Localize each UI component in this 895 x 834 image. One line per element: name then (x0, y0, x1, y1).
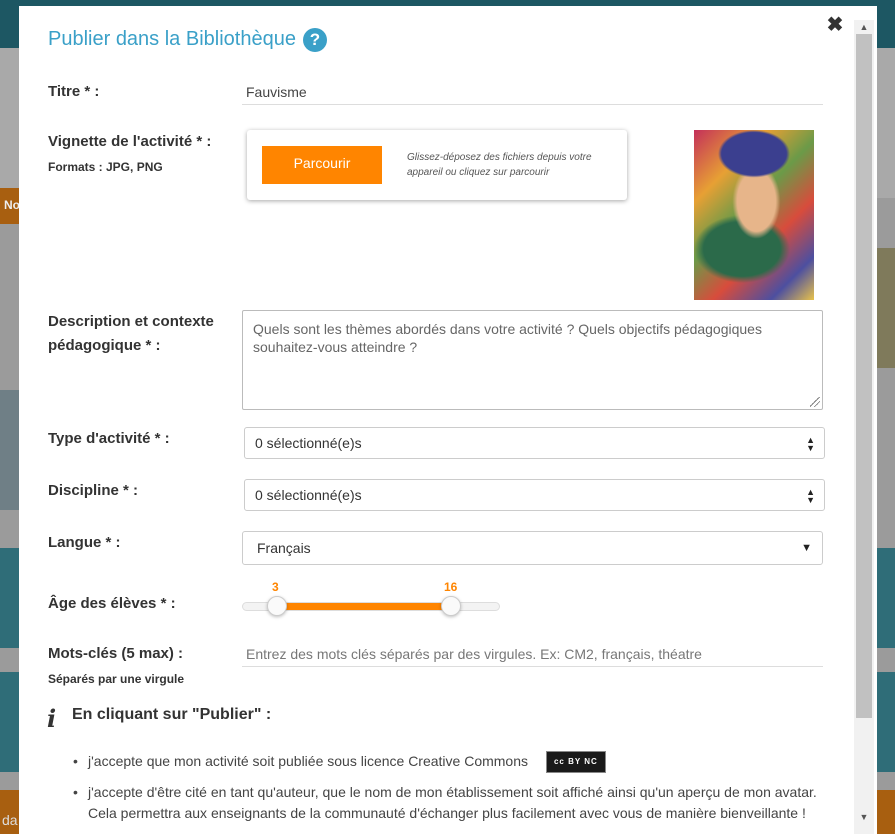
type-activite-label: Type d'activité * : (48, 430, 170, 447)
vignette-formats: Formats : JPG, PNG (48, 160, 163, 174)
langue-select[interactable]: Français ▼ (242, 531, 823, 565)
background-card (876, 672, 895, 772)
description-label-line2: pédagogique * : (48, 337, 161, 354)
langue-label: Langue * : (48, 534, 121, 551)
age-max-value: 16 (444, 580, 458, 594)
chevron-down-icon: ▼ (801, 542, 812, 554)
terms-author-text: j'accepte d'être cité en tant qu'auteur,… (88, 784, 817, 822)
description-textarea[interactable]: Quels sont les thèmes abordés dans votre… (242, 310, 823, 410)
titre-label: Titre * : (48, 83, 100, 100)
discipline-value: 0 sélectionné(e)s (255, 487, 362, 503)
type-activite-select[interactable]: 0 sélectionné(e)s ▲ ▼ (244, 427, 825, 459)
vignette-label: Vignette de l'activité * : (48, 133, 212, 150)
help-icon[interactable]: ? (303, 28, 327, 52)
resize-grip-icon[interactable] (810, 397, 820, 407)
mots-cles-label: Mots-clés (5 max) : (48, 645, 184, 662)
sort-arrows-icon: ▲ ▼ (806, 435, 815, 453)
age-min-value: 3 (272, 580, 279, 594)
background-card (876, 548, 895, 648)
age-slider-range (278, 603, 452, 610)
titre-input[interactable]: Fauvisme (242, 84, 823, 105)
modal-scrollbar[interactable]: ▲ ▼ (854, 20, 874, 834)
bullet-icon: • (73, 784, 78, 801)
bullet-icon: • (73, 753, 78, 769)
age-label: Âge des élèves * : (48, 595, 176, 612)
age-max-handle[interactable] (441, 596, 461, 616)
scroll-down-arrow-icon[interactable]: ▼ (854, 810, 874, 824)
discipline-label: Discipline * : (48, 482, 139, 499)
description-label-line1: Description et contexte (48, 313, 214, 330)
mots-cles-sublabel: Séparés par une virgule (48, 672, 185, 686)
terms-list: • j'accepte que mon activité soit publié… (73, 751, 843, 833)
sort-arrows-icon: ▲ ▼ (806, 487, 815, 505)
list-item: • j'accepte d'être cité en tant qu'auteu… (73, 782, 843, 824)
thumbnail-image (694, 130, 814, 300)
creative-commons-icon[interactable]: cc BY NC SA (545, 751, 606, 786)
scroll-thumb[interactable] (856, 34, 872, 718)
modal-title: Publier dans la Bibliothèque (48, 28, 296, 50)
discipline-select[interactable]: 0 sélectionné(e)s ▲ ▼ (244, 479, 825, 511)
background-card (0, 672, 20, 772)
background-card (0, 548, 20, 648)
mots-cles-input[interactable]: Entrez des mots clés séparés par des vir… (242, 646, 823, 667)
info-title: En cliquant sur "Publier" : (72, 706, 272, 723)
upload-dropzone[interactable]: Parcourir Glissez-déposez des fichiers d… (247, 130, 627, 200)
scroll-up-arrow-icon[interactable]: ▲ (854, 20, 874, 34)
terms-license-text: j'accepte que mon activité soit publiée … (88, 753, 529, 769)
close-icon[interactable]: ✖ (824, 14, 846, 36)
langue-value: Français (257, 540, 311, 556)
browse-button[interactable]: Parcourir (262, 146, 382, 184)
description-placeholder: Quels sont les thèmes abordés dans votre… (253, 321, 762, 355)
background-image (876, 248, 895, 368)
type-activite-value: 0 sélectionné(e)s (255, 435, 362, 451)
background-card (0, 390, 20, 510)
publish-modal: ✖ ▲ ▼ Publier dans la Bibliothèque ? Tit… (19, 6, 877, 834)
age-min-handle[interactable] (267, 596, 287, 616)
info-icon: i (47, 704, 57, 733)
upload-hint: Glissez-déposez des fichiers depuis votr… (407, 152, 592, 178)
list-item: • j'accepte que mon activité soit publié… (73, 751, 843, 786)
